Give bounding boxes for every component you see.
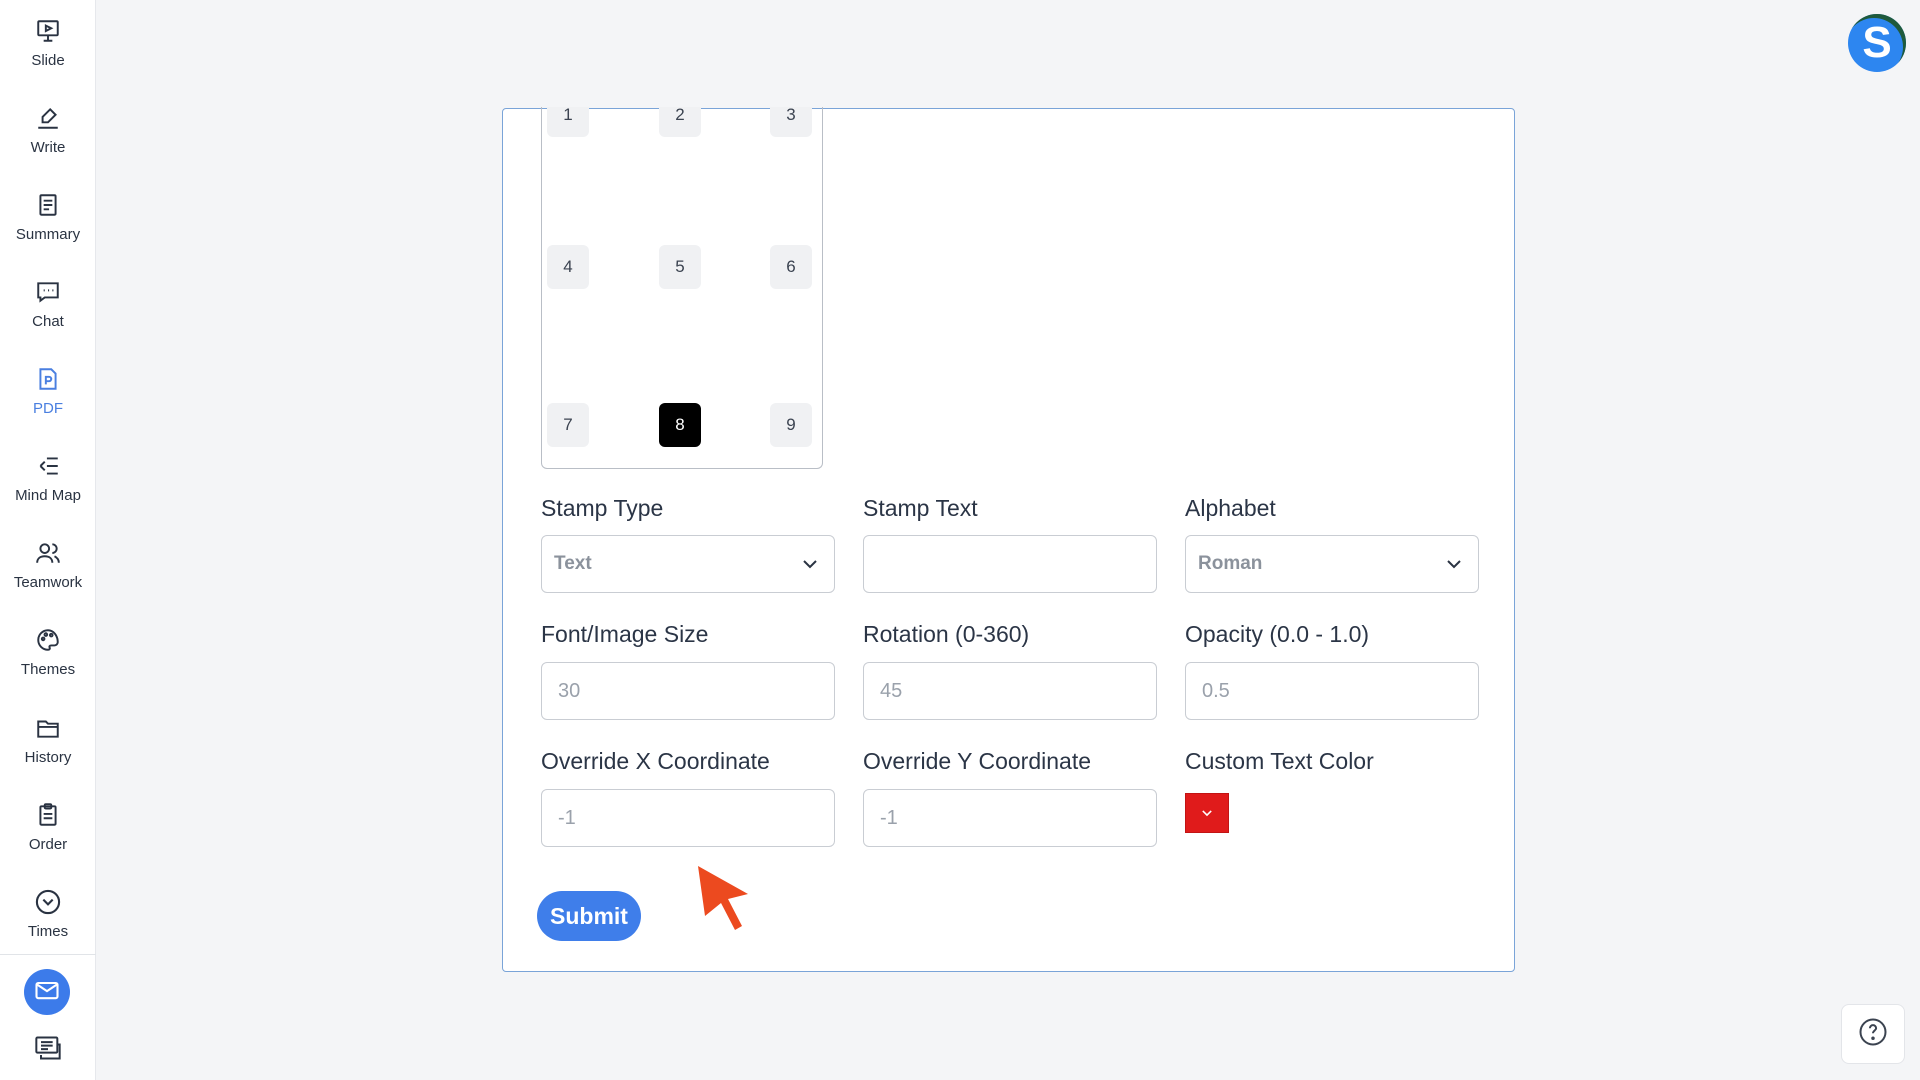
mind-map-icon <box>33 451 63 481</box>
position-cell-label: 4 <box>563 257 573 276</box>
position-cell-label: 2 <box>675 107 685 124</box>
position-cell-label: 8 <box>675 415 685 434</box>
rotation-placeholder: 45 <box>880 679 903 702</box>
sidebar-item-label: Order <box>28 836 68 853</box>
sidebar: Slide Write Summary Chat PDF Mind Map Te… <box>0 0 96 1080</box>
mail-icon <box>33 976 61 1009</box>
sidebar-item-chat[interactable]: Chat <box>0 261 96 341</box>
alphabet-select[interactable]: Roman <box>1185 535 1479 593</box>
override-y-input[interactable]: -1 <box>863 789 1157 847</box>
rotation-label: Rotation (0-360) <box>863 621 1030 647</box>
sidebar-item-themes[interactable]: Themes <box>0 609 96 689</box>
position-cell-label: 5 <box>675 257 685 276</box>
avatar-letter: S <box>1862 18 1892 67</box>
sidebar-item-order[interactable]: Order <box>0 784 96 864</box>
document-icon <box>33 190 63 220</box>
folder-icon <box>33 713 63 743</box>
opacity-label: Opacity (0.0 - 1.0) <box>1185 621 1370 647</box>
position-cell-6[interactable]: 6 <box>770 245 812 289</box>
position-grid: 1 2 3 4 5 6 7 8 9 <box>541 107 823 469</box>
sidebar-item-label: PDF <box>33 400 63 417</box>
position-cell-label: 6 <box>786 257 796 276</box>
mouse-cursor-icon <box>693 861 755 937</box>
sidebar-item-teamwork[interactable]: Teamwork <box>0 522 96 602</box>
presentation-icon <box>33 16 63 46</box>
stamp-type-value: Text <box>554 553 592 574</box>
sidebar-item-summary[interactable]: Summary <box>0 174 96 254</box>
font-size-input[interactable]: 30 <box>541 662 835 720</box>
position-cell-label: 1 <box>563 107 573 124</box>
text-color-label: Custom Text Color <box>1185 748 1374 774</box>
chat-icon <box>33 277 63 307</box>
position-cell-label: 3 <box>786 107 796 124</box>
sidebar-item-history[interactable]: History <box>0 697 96 777</box>
opacity-input[interactable]: 0.5 <box>1185 662 1479 720</box>
alphabet-label: Alphabet <box>1185 495 1276 521</box>
help-icon <box>1858 1017 1888 1052</box>
slides-icon <box>34 1035 62 1066</box>
position-cell-4[interactable]: 4 <box>547 245 589 289</box>
position-cell-2[interactable]: 2 <box>659 107 701 137</box>
alphabet-value: Roman <box>1198 553 1263 574</box>
sidebar-item-label: Summary <box>15 226 81 243</box>
pen-icon <box>33 103 63 133</box>
sidebar-item-label: Themes <box>20 661 76 678</box>
clipboard-icon <box>33 800 63 830</box>
override-x-input[interactable]: -1 <box>541 789 835 847</box>
position-cell-7[interactable]: 7 <box>547 403 589 447</box>
position-cell-label: 7 <box>563 415 573 434</box>
sidebar-item-label: Slide <box>31 52 65 69</box>
sidebar-item-label: Write <box>30 139 66 156</box>
stamp-type-label: Stamp Type <box>541 495 664 521</box>
chevron-down-icon <box>1202 810 1212 817</box>
mail-button[interactable] <box>24 969 70 1015</box>
position-cell-1[interactable]: 1 <box>547 107 589 137</box>
position-cell-8[interactable]: 8 <box>659 403 701 447</box>
sidebar-item-times[interactable]: Times <box>0 871 96 951</box>
sidebar-item-write[interactable]: Write <box>0 87 96 167</box>
team-icon <box>33 538 63 568</box>
override-y-label: Override Y Coordinate <box>863 748 1092 774</box>
sidebar-item-label: History <box>24 749 72 766</box>
override-x-placeholder: -1 <box>558 806 576 829</box>
sidebar-item-label: Chat <box>32 313 64 330</box>
pdf-icon <box>33 364 63 394</box>
position-cell-label: 9 <box>786 415 796 434</box>
chevron-down-icon <box>803 560 817 569</box>
slides-button[interactable] <box>33 1036 63 1064</box>
stamp-text-input[interactable] <box>863 535 1157 593</box>
submit-button[interactable]: Submit <box>537 891 641 941</box>
chevron-circle-icon <box>33 887 63 917</box>
sidebar-item-slide[interactable]: Slide <box>0 0 96 80</box>
sidebar-item-pdf[interactable]: PDF <box>0 348 96 428</box>
font-size-label: Font/Image Size <box>541 621 709 647</box>
sidebar-divider <box>0 954 96 955</box>
sidebar-item-label: Mind Map <box>15 487 81 504</box>
font-size-placeholder: 30 <box>558 679 581 702</box>
override-x-label: Override X Coordinate <box>541 748 770 774</box>
sidebar-item-label: Teamwork <box>13 574 83 591</box>
text-color-picker[interactable] <box>1185 793 1229 833</box>
sidebar-item-mind-map[interactable]: Mind Map <box>0 435 96 515</box>
stamp-settings-panel: 1 2 3 4 5 6 7 8 9 Stamp Type Text Stamp … <box>502 107 1515 972</box>
submit-label: Submit <box>550 902 628 929</box>
help-button[interactable] <box>1841 1004 1905 1064</box>
stamp-type-select[interactable]: Text <box>541 535 835 593</box>
position-cell-9[interactable]: 9 <box>770 403 812 447</box>
sidebar-item-label: Times <box>27 923 69 940</box>
position-cell-3[interactable]: 3 <box>770 107 812 137</box>
palette-icon <box>33 625 63 655</box>
override-y-placeholder: -1 <box>880 806 898 829</box>
rotation-input[interactable]: 45 <box>863 662 1157 720</box>
stamp-text-label: Stamp Text <box>863 495 978 521</box>
opacity-placeholder: 0.5 <box>1202 679 1230 702</box>
avatar[interactable]: S <box>1848 14 1906 72</box>
position-cell-5[interactable]: 5 <box>659 245 701 289</box>
chevron-down-icon <box>1447 560 1461 569</box>
